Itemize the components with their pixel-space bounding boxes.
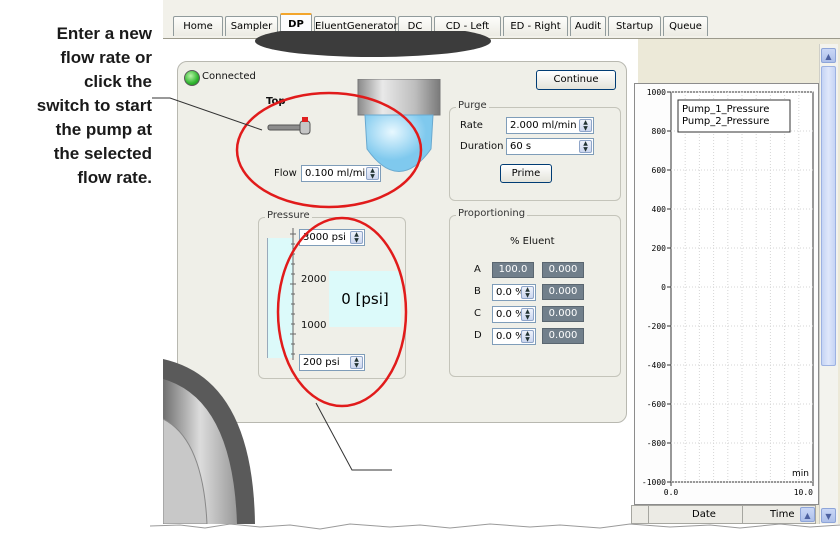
torn-edge xyxy=(150,523,840,538)
leader-line-pressure xyxy=(315,402,392,471)
callout-ring-flow xyxy=(235,91,423,209)
callout-ring-pressure xyxy=(276,216,408,408)
annotation-overlay xyxy=(152,91,423,471)
